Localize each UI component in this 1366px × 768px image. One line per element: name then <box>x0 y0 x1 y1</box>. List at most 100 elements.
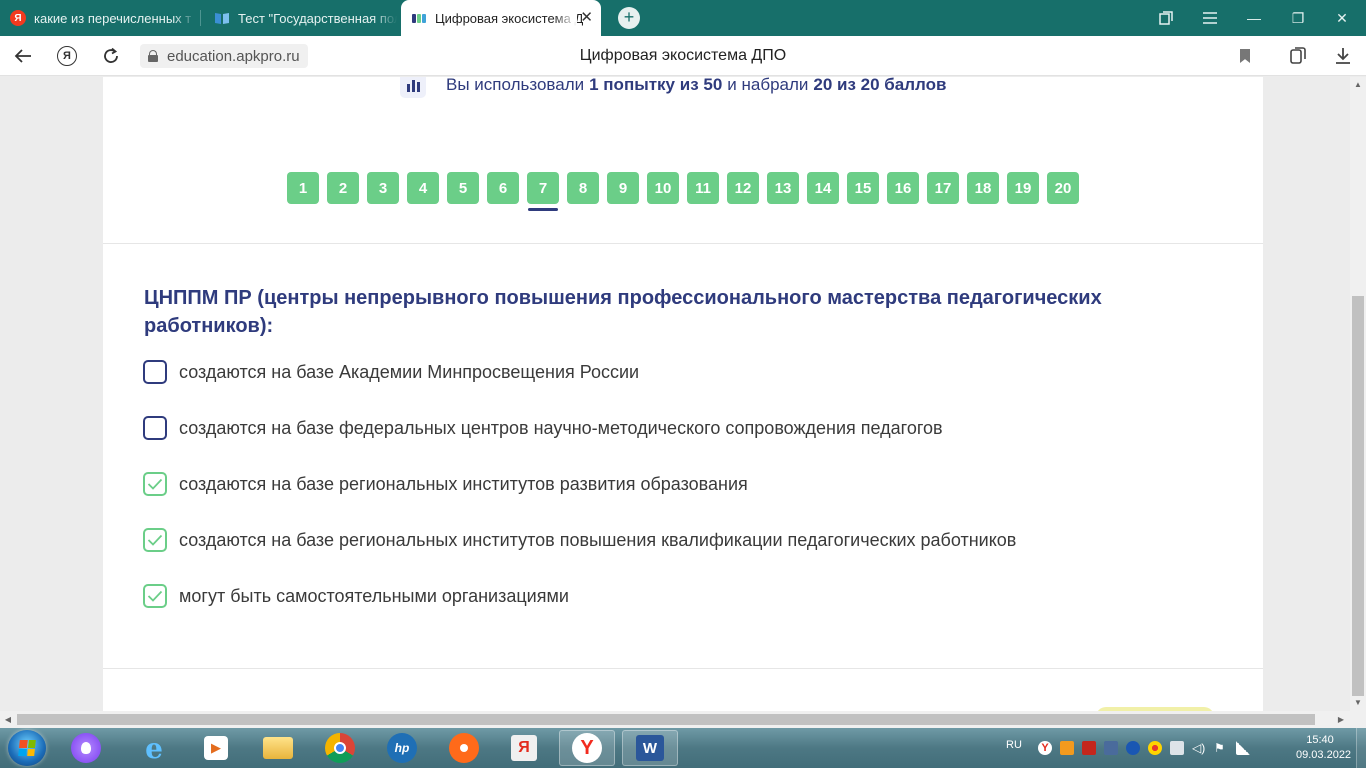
reload-icon[interactable] <box>100 45 122 67</box>
attempts-score: 20 из 20 баллов <box>813 77 947 94</box>
question-number-6[interactable]: 6 <box>487 172 519 204</box>
bookmark-icon[interactable] <box>1234 45 1256 67</box>
yandex-tray-icon[interactable]: Y <box>1038 741 1052 755</box>
scroll-left-icon[interactable]: ◀ <box>0 711 16 728</box>
chrome-icon[interactable] <box>312 730 368 766</box>
question-number-14[interactable]: 14 <box>807 172 839 204</box>
checkmark-icon <box>147 534 163 546</box>
action-center-flag-icon[interactable]: ⚑ <box>1214 741 1228 755</box>
yandex-browser-icon[interactable]: Я <box>496 730 552 766</box>
show-desktop-button[interactable] <box>1356 728 1366 768</box>
tab-test[interactable]: Тест "Государственная пол <box>204 0 397 36</box>
bluetooth-icon[interactable] <box>1126 741 1140 755</box>
volume-icon[interactable]: ◁) <box>1192 741 1206 755</box>
lock-icon <box>148 50 158 62</box>
answer-option[interactable]: создаются на базе региональных институто… <box>143 528 1016 552</box>
divider <box>103 668 1263 669</box>
checkbox-checked[interactable] <box>143 528 167 552</box>
minimize-button[interactable]: — <box>1232 0 1276 36</box>
question-number-8[interactable]: 8 <box>567 172 599 204</box>
media-player-icon[interactable]: ▶ <box>188 730 244 766</box>
checkbox-checked[interactable] <box>143 584 167 608</box>
question-number-10[interactable]: 10 <box>647 172 679 204</box>
book-icon <box>214 10 230 26</box>
start-button[interactable] <box>8 730 46 766</box>
restore-button[interactable]: ❐ <box>1276 0 1320 36</box>
pdf-tray-icon[interactable] <box>1082 741 1096 755</box>
horizontal-scrollbar[interactable]: ◀ ▶ <box>0 711 1366 728</box>
question-number-1[interactable]: 1 <box>287 172 319 204</box>
scroll-down-icon[interactable]: ▼ <box>1350 695 1366 711</box>
question-number-12[interactable]: 12 <box>727 172 759 204</box>
tabs-menu-icon[interactable] <box>1144 0 1188 36</box>
question-number-7[interactable]: 7 <box>527 172 559 211</box>
internet-explorer-icon[interactable]: e <box>126 730 182 766</box>
horizontal-scroll-thumb[interactable] <box>17 714 1315 725</box>
close-window-button[interactable]: ✕ <box>1320 0 1364 36</box>
close-tab-icon[interactable]: ✕ <box>580 10 593 26</box>
tab-label: какие из перечисленных т <box>34 10 192 26</box>
question-number-16[interactable]: 16 <box>887 172 919 204</box>
yandex-icon: Я <box>10 10 26 26</box>
clock[interactable]: 15:40 09.03.2022 <box>1296 733 1351 763</box>
language-indicator[interactable]: RU <box>1006 739 1022 751</box>
vertical-scrollbar[interactable]: ▲ ▼ <box>1350 77 1366 711</box>
alice-assistant-icon[interactable] <box>58 730 114 766</box>
question-number-3[interactable]: 3 <box>367 172 399 204</box>
answer-option-label: создаются на базе региональных институто… <box>179 473 748 494</box>
answer-option-label: создаются на базе региональных институто… <box>179 529 1017 550</box>
question-number-19[interactable]: 19 <box>1007 172 1039 204</box>
antivirus-tray-icon[interactable] <box>1104 741 1118 755</box>
notes-tray-icon[interactable] <box>1060 741 1074 755</box>
answer-option[interactable]: создаются на базе Академии Минпросвещени… <box>143 360 639 384</box>
file-explorer-icon[interactable] <box>250 730 306 766</box>
checkmark-icon <box>147 590 163 602</box>
attempts-used: 1 попытку из 50 <box>589 77 723 94</box>
question-number-15[interactable]: 15 <box>847 172 879 204</box>
answer-option[interactable]: создаются на базе региональных институто… <box>143 472 748 496</box>
ecosystem-icon <box>411 10 427 26</box>
radiation-tray-icon[interactable] <box>1148 741 1162 755</box>
question-navigation: 1 2 3 4 5 6 7 8 9 10 11 12 13 14 15 16 17 18 19 20 <box>287 172 1087 211</box>
film-reel-icon[interactable] <box>436 730 492 766</box>
new-tab-button[interactable]: + <box>618 7 640 29</box>
vertical-scroll-thumb[interactable] <box>1352 296 1364 696</box>
question-number-18[interactable]: 18 <box>967 172 999 204</box>
question-text: ЦНППМ ПР (центры непрерывного повышения … <box>144 287 1102 337</box>
scroll-right-icon[interactable]: ▶ <box>1333 711 1349 728</box>
divider <box>103 243 1263 244</box>
menu-icon[interactable] <box>1188 0 1232 36</box>
network-signal-icon[interactable] <box>1236 741 1250 755</box>
checkmark-icon <box>147 478 163 490</box>
collections-icon[interactable] <box>1287 45 1309 67</box>
yandex-app-icon[interactable]: Y <box>559 730 615 766</box>
question-number-5[interactable]: 5 <box>447 172 479 204</box>
question-number-13[interactable]: 13 <box>767 172 799 204</box>
tab-active-ecosystem[interactable]: Цифровая экосистема Д ✕ <box>401 0 601 36</box>
tab-bar: Я какие из перечисленных т Тест "Государ… <box>0 0 1366 36</box>
checkbox-checked[interactable] <box>143 472 167 496</box>
yandex-home-icon[interactable]: Я <box>56 45 78 67</box>
back-button[interactable] <box>12 45 34 67</box>
hp-support-icon[interactable]: hp <box>374 730 430 766</box>
device-tray-icon[interactable] <box>1170 741 1184 755</box>
url-field[interactable]: education.apkpro.ru <box>140 44 308 68</box>
checkbox-unchecked[interactable] <box>143 360 167 384</box>
scroll-up-icon[interactable]: ▲ <box>1350 77 1366 93</box>
question-number-2[interactable]: 2 <box>327 172 359 204</box>
answer-option[interactable]: создаются на базе федеральных центров на… <box>143 416 943 440</box>
tab-yandex-search[interactable]: Я какие из перечисленных т <box>0 0 197 36</box>
checkbox-unchecked[interactable] <box>143 416 167 440</box>
system-tray: Y ◁) ⚑ <box>1034 728 1254 768</box>
taskbar: e ▶ hp Я Y W RU Y ◁) ⚑ 15:40 09.03.2022 <box>0 728 1366 768</box>
question-number-4[interactable]: 4 <box>407 172 439 204</box>
question-number-20[interactable]: 20 <box>1047 172 1079 204</box>
answer-option[interactable]: могут быть самостоятельными организациям… <box>143 584 569 608</box>
tab-separator <box>200 10 201 26</box>
download-icon[interactable] <box>1332 45 1354 67</box>
question-number-9[interactable]: 9 <box>607 172 639 204</box>
word-icon[interactable]: W <box>622 730 678 766</box>
question-number-11[interactable]: 11 <box>687 172 719 204</box>
question-number-17[interactable]: 17 <box>927 172 959 204</box>
url-text: education.apkpro.ru <box>167 47 300 65</box>
